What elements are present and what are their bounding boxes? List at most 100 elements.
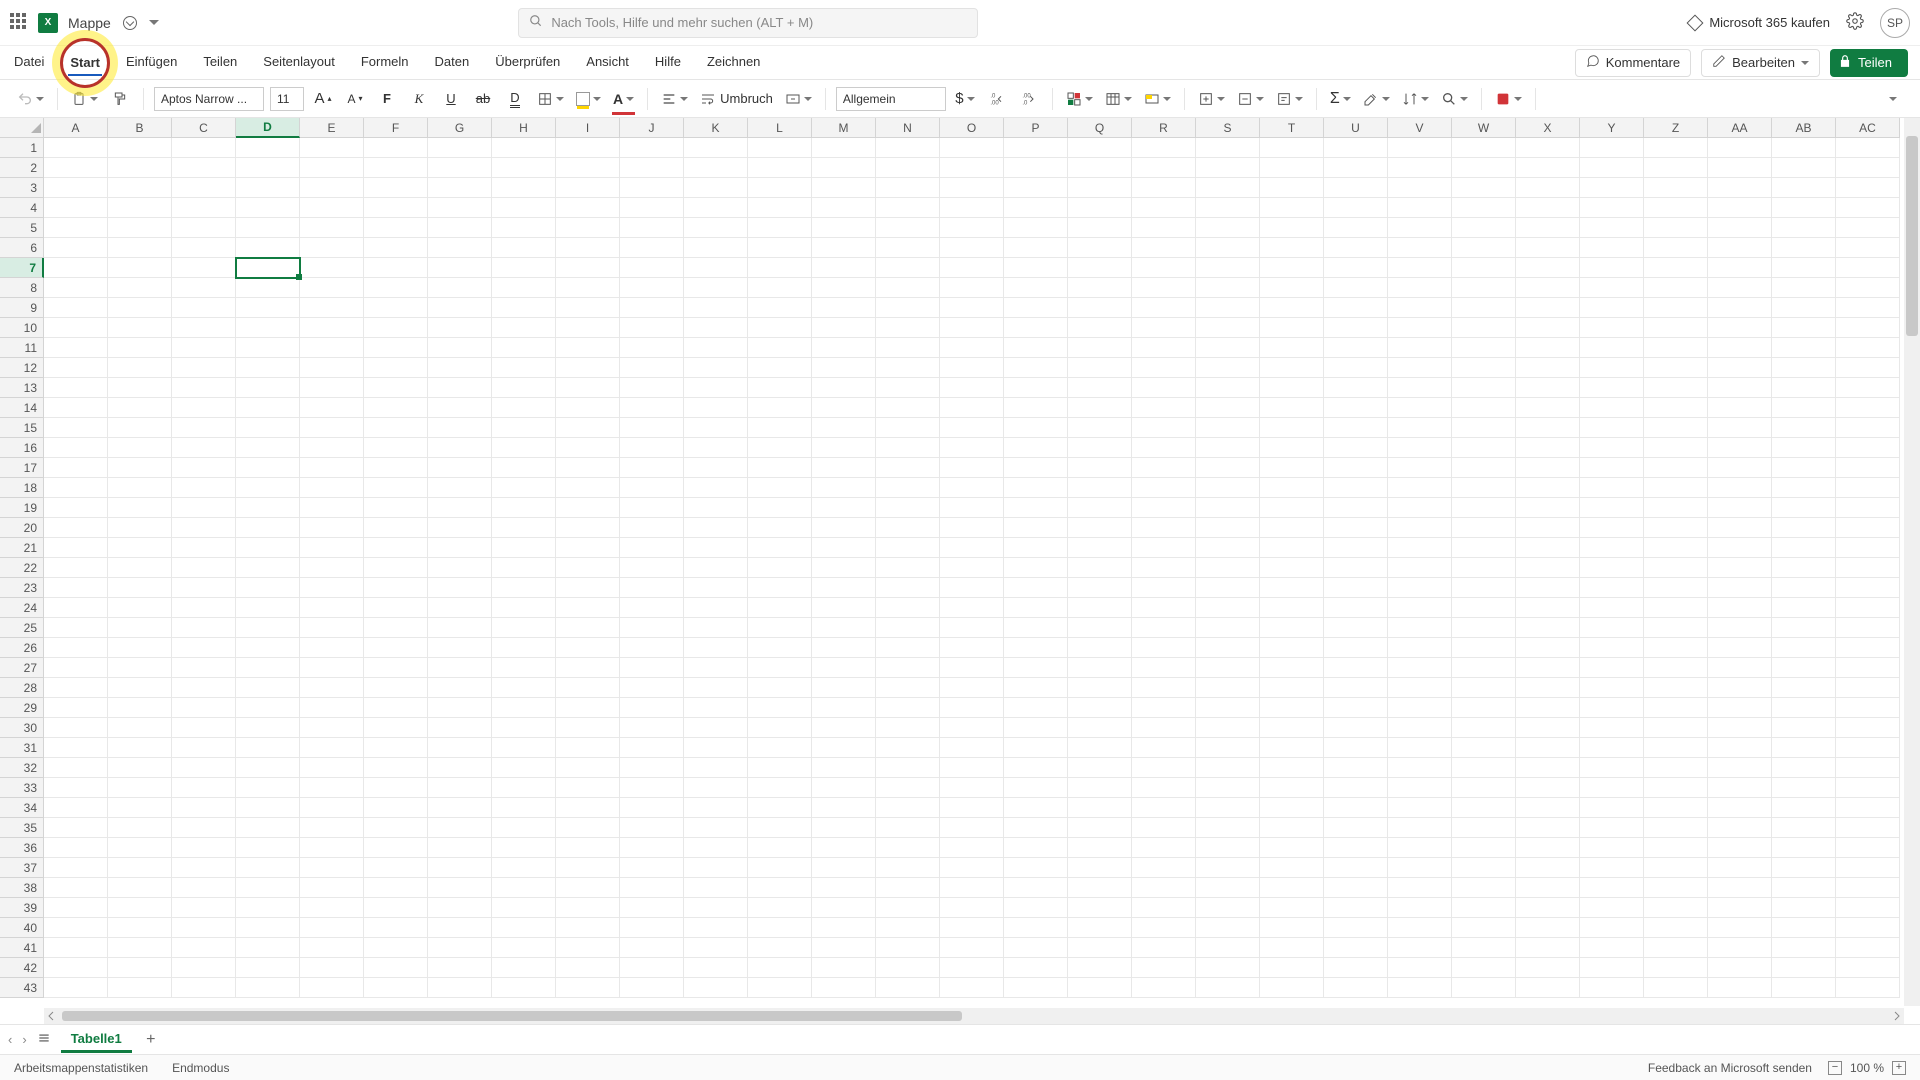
cell[interactable] xyxy=(556,418,620,438)
cell[interactable] xyxy=(492,918,556,938)
cell[interactable] xyxy=(876,698,940,718)
cell[interactable] xyxy=(172,678,236,698)
cell[interactable] xyxy=(940,418,1004,438)
cell[interactable] xyxy=(1772,538,1836,558)
cell[interactable] xyxy=(940,358,1004,378)
cell[interactable] xyxy=(300,818,364,838)
cell[interactable] xyxy=(236,418,300,438)
cell[interactable] xyxy=(812,758,876,778)
cell[interactable] xyxy=(492,218,556,238)
cell[interactable] xyxy=(1836,578,1900,598)
cell[interactable] xyxy=(684,558,748,578)
cell[interactable] xyxy=(108,618,172,638)
cell[interactable] xyxy=(812,338,876,358)
cell[interactable] xyxy=(1580,878,1644,898)
cell[interactable] xyxy=(300,918,364,938)
cell[interactable] xyxy=(620,678,684,698)
cell[interactable] xyxy=(1516,578,1580,598)
cell[interactable] xyxy=(1836,258,1900,278)
cell[interactable] xyxy=(1452,458,1516,478)
cell[interactable] xyxy=(684,358,748,378)
cell[interactable] xyxy=(1068,918,1132,938)
cell[interactable] xyxy=(556,458,620,478)
cell[interactable] xyxy=(556,578,620,598)
cell[interactable] xyxy=(236,498,300,518)
cell[interactable] xyxy=(1836,418,1900,438)
cell[interactable] xyxy=(1516,398,1580,418)
cell[interactable] xyxy=(620,558,684,578)
cell[interactable] xyxy=(1772,498,1836,518)
cell[interactable] xyxy=(1580,978,1644,998)
cell[interactable] xyxy=(620,578,684,598)
cell[interactable] xyxy=(1388,618,1452,638)
cell[interactable] xyxy=(428,398,492,418)
cell[interactable] xyxy=(172,898,236,918)
cell[interactable] xyxy=(748,438,812,458)
cell[interactable] xyxy=(1196,238,1260,258)
cell[interactable] xyxy=(1452,698,1516,718)
cell[interactable] xyxy=(300,558,364,578)
cell[interactable] xyxy=(1324,798,1388,818)
tab-seitenlayout[interactable]: Seitenlayout xyxy=(261,50,337,75)
cell[interactable] xyxy=(556,798,620,818)
cell[interactable] xyxy=(1836,198,1900,218)
cell[interactable] xyxy=(1836,478,1900,498)
cell[interactable] xyxy=(1068,518,1132,538)
cell[interactable] xyxy=(1388,558,1452,578)
cell[interactable] xyxy=(236,678,300,698)
cell[interactable] xyxy=(1388,838,1452,858)
cell[interactable] xyxy=(492,738,556,758)
cell[interactable] xyxy=(620,958,684,978)
currency-button[interactable]: $ xyxy=(952,86,978,112)
cell[interactable] xyxy=(492,138,556,158)
cell[interactable] xyxy=(1452,438,1516,458)
cell[interactable] xyxy=(1580,658,1644,678)
cell[interactable] xyxy=(620,318,684,338)
cell[interactable] xyxy=(108,738,172,758)
cell[interactable] xyxy=(1772,898,1836,918)
cell[interactable] xyxy=(1068,858,1132,878)
cell[interactable] xyxy=(1580,138,1644,158)
cell[interactable] xyxy=(1708,798,1772,818)
cell[interactable] xyxy=(876,238,940,258)
cell[interactable] xyxy=(428,178,492,198)
cell[interactable] xyxy=(1004,698,1068,718)
settings-icon[interactable] xyxy=(1846,12,1864,33)
tab-ansicht[interactable]: Ansicht xyxy=(584,50,631,75)
cell[interactable] xyxy=(1516,458,1580,478)
cell[interactable] xyxy=(1580,458,1644,478)
cell[interactable] xyxy=(236,378,300,398)
cell[interactable] xyxy=(1516,598,1580,618)
cell[interactable] xyxy=(236,778,300,798)
cell[interactable] xyxy=(812,878,876,898)
cell[interactable] xyxy=(1836,158,1900,178)
cell[interactable] xyxy=(236,758,300,778)
cell[interactable] xyxy=(492,198,556,218)
cell[interactable] xyxy=(172,638,236,658)
cell[interactable] xyxy=(44,578,108,598)
cell[interactable] xyxy=(1388,778,1452,798)
cell[interactable] xyxy=(1068,398,1132,418)
cell[interactable] xyxy=(44,478,108,498)
cell[interactable] xyxy=(1196,698,1260,718)
cell[interactable] xyxy=(1132,798,1196,818)
cell[interactable] xyxy=(620,538,684,558)
cell[interactable] xyxy=(684,958,748,978)
cell[interactable] xyxy=(1772,298,1836,318)
cell[interactable] xyxy=(876,298,940,318)
cell[interactable] xyxy=(1004,358,1068,378)
cell[interactable] xyxy=(684,518,748,538)
cell[interactable] xyxy=(172,838,236,858)
cell[interactable] xyxy=(1260,518,1324,538)
cell[interactable] xyxy=(1132,818,1196,838)
cell[interactable] xyxy=(1452,958,1516,978)
cell[interactable] xyxy=(1260,158,1324,178)
cell[interactable] xyxy=(1516,658,1580,678)
cell[interactable] xyxy=(1068,238,1132,258)
cell[interactable] xyxy=(1836,618,1900,638)
cell[interactable] xyxy=(1580,518,1644,538)
row-header[interactable]: 38 xyxy=(0,878,44,898)
cell[interactable] xyxy=(300,398,364,418)
cell[interactable] xyxy=(1004,538,1068,558)
cell[interactable] xyxy=(300,538,364,558)
